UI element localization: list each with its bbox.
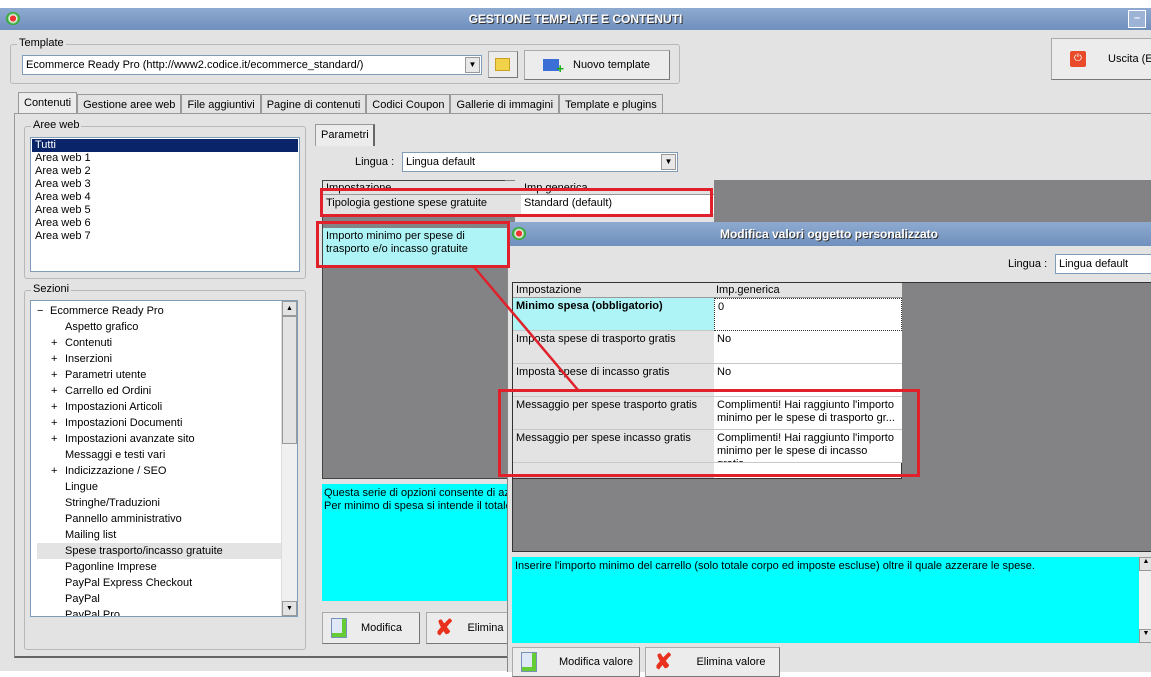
highlight-connector xyxy=(473,266,579,391)
